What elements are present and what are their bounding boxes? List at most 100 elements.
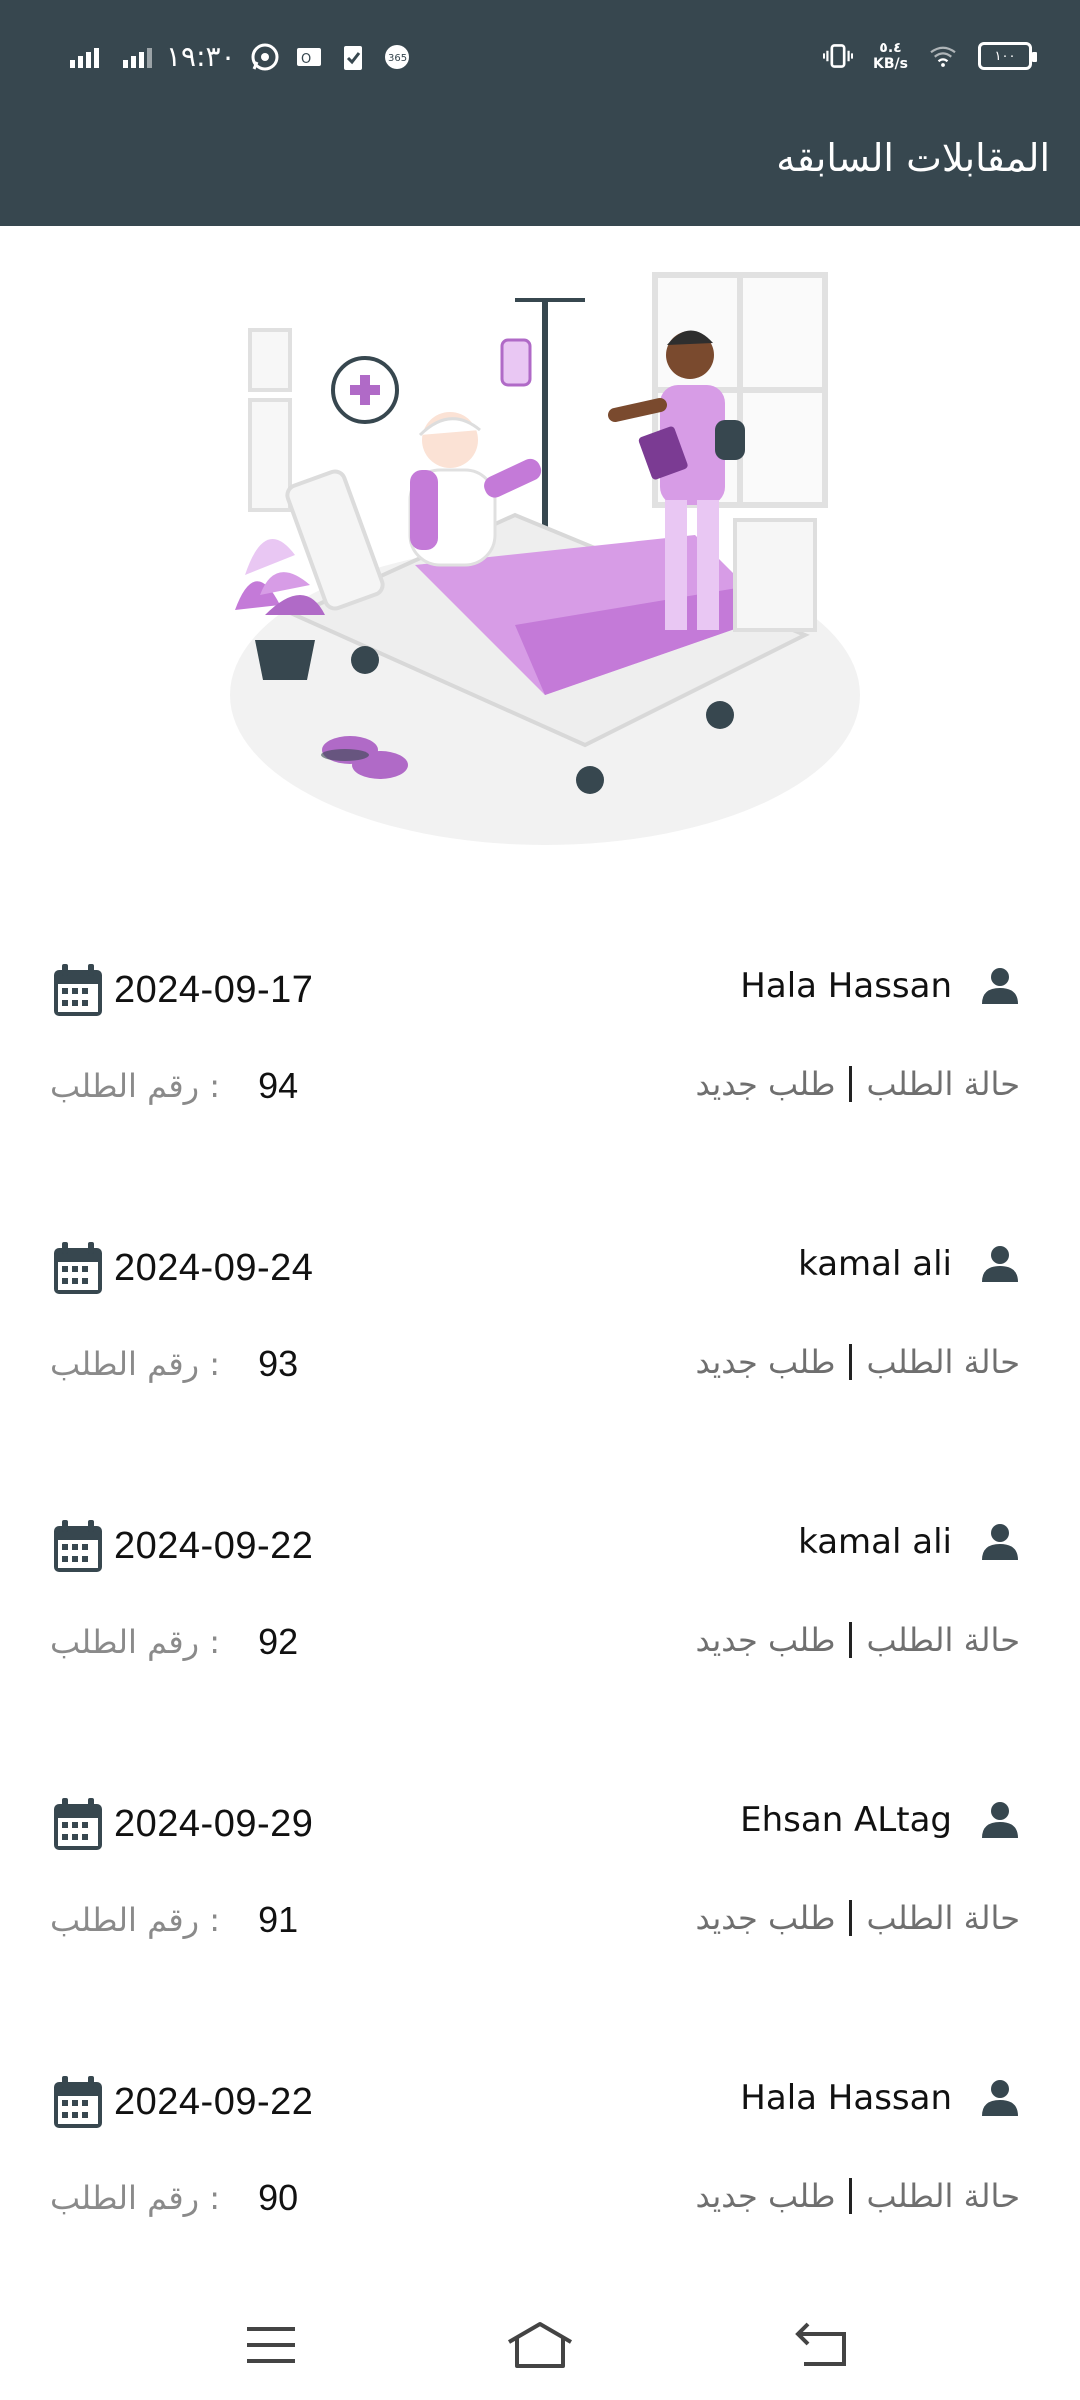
hospital-illustration — [215, 255, 865, 875]
date-group: 2024-09-29 — [52, 1796, 313, 1852]
list-item[interactable]: 2024-09-17 Hala Hassan : رقم الطلب 94 حا… — [0, 940, 1080, 1140]
list-item-details: : رقم الطلب 94 حالة الطلب طلب جديد — [0, 1065, 1080, 1125]
list-item-header: 2024-09-24 kamal ali — [0, 1218, 1080, 1294]
calendar-icon — [54, 2076, 102, 2128]
network-speed-value: ٥.٤ — [879, 40, 902, 56]
status-time: ١٩:٣٠ — [166, 40, 236, 73]
status-bar-left: ١٩:٣٠ O 365 — [70, 40, 412, 73]
request-number: 94 — [258, 1065, 299, 1106]
list-item-header: 2024-09-29 Ehsan ALtag — [0, 1774, 1080, 1850]
signal-icon — [70, 46, 99, 68]
home-button[interactable] — [505, 2310, 575, 2380]
person-icon — [982, 2080, 1018, 2116]
vibrate-icon — [823, 41, 854, 71]
request-number-group: : رقم الطلب 92 — [50, 1621, 298, 1663]
person-icon — [982, 1524, 1018, 1560]
status-badge: طلب جديد — [695, 1343, 836, 1381]
list-item[interactable]: 2024-09-24 kamal ali : رقم الطلب 93 حالة… — [0, 1218, 1080, 1418]
menu-button[interactable] — [236, 2310, 306, 2380]
status-bar: ١٩:٣٠ O 365 ٥.٤ KB/s ١٠٠ — [0, 0, 1080, 116]
name-group: Hala Hassan — [740, 964, 1022, 1008]
home-icon — [507, 2322, 573, 2368]
status-divider — [849, 1900, 853, 1936]
status-label: حالة الطلب — [866, 1621, 1020, 1659]
outlook-icon: O — [294, 42, 324, 72]
patient-name: kamal ali — [798, 1244, 952, 1284]
request-number-group: : رقم الطلب 91 — [50, 1899, 298, 1941]
request-number: 91 — [258, 1899, 299, 1940]
date-group: 2024-09-22 — [52, 2074, 313, 2130]
status-label: حالة الطلب — [866, 1065, 1020, 1103]
wifi-icon — [928, 41, 958, 71]
battery-level: ١٠٠ — [994, 48, 1016, 64]
request-number-group: : رقم الطلب 90 — [50, 2177, 298, 2219]
list-item-header: 2024-09-22 Hala Hassan — [0, 2052, 1080, 2128]
status-divider — [849, 2178, 853, 2214]
list-item-header: 2024-09-22 kamal ali — [0, 1496, 1080, 1572]
system-nav-bar — [0, 2290, 1080, 2400]
list-item-details: : رقم الطلب 90 حالة الطلب طلب جديد — [0, 2177, 1080, 2237]
calendar-icon — [54, 964, 102, 1016]
status-group: حالة الطلب طلب جديد — [696, 1065, 1020, 1103]
request-number-group: : رقم الطلب 94 — [50, 1065, 298, 1107]
interview-date: 2024-09-29 — [114, 1802, 314, 1845]
date-group: 2024-09-22 — [52, 1518, 313, 1574]
name-group: Hala Hassan — [740, 2076, 1022, 2120]
name-group: Ehsan ALtag — [740, 1798, 1022, 1842]
back-button[interactable] — [787, 2310, 857, 2380]
list-item-header: 2024-09-17 Hala Hassan — [0, 940, 1080, 1016]
request-number: 90 — [258, 2177, 299, 2218]
network-speed: ٥.٤ KB/s — [873, 40, 908, 72]
request-number-label: : رقم الطلب — [50, 1901, 221, 1939]
status-group: حالة الطلب طلب جديد — [696, 1343, 1020, 1381]
request-number-group: : رقم الطلب 93 — [50, 1343, 298, 1385]
status-group: حالة الطلب طلب جديد — [696, 2177, 1020, 2215]
calendar-icon — [54, 1242, 102, 1294]
list-item-details: : رقم الطلب 92 حالة الطلب طلب جديد — [0, 1621, 1080, 1681]
name-group: kamal ali — [798, 1242, 1022, 1286]
date-group: 2024-09-17 — [52, 962, 313, 1018]
battery-icon: ١٠٠ — [978, 42, 1037, 70]
patient-name: Ehsan ALtag — [740, 1800, 952, 1840]
clipboard-check-icon — [338, 42, 368, 72]
request-number-label: : رقم الطلب — [50, 2179, 221, 2217]
signal-icon — [123, 46, 152, 68]
status-divider — [849, 1066, 853, 1102]
patient-name: Hala Hassan — [740, 2078, 952, 2118]
page-title: المقابلات السابقه — [776, 136, 1050, 180]
status-divider — [849, 1344, 853, 1380]
network-speed-unit: KB/s — [873, 56, 908, 72]
calendar-icon — [54, 1798, 102, 1850]
request-number-label: : رقم الطلب — [50, 1623, 221, 1661]
status-divider — [849, 1622, 853, 1658]
svg-text:365: 365 — [388, 53, 407, 64]
request-number: 92 — [258, 1621, 299, 1662]
status-badge: طلب جديد — [695, 1065, 836, 1103]
list-item-details: : رقم الطلب 93 حالة الطلب طلب جديد — [0, 1343, 1080, 1403]
interview-date: 2024-09-17 — [114, 968, 314, 1011]
date-group: 2024-09-24 — [52, 1240, 313, 1296]
list-item[interactable]: 2024-09-22 kamal ali : رقم الطلب 92 حالة… — [0, 1496, 1080, 1696]
person-icon — [982, 968, 1018, 1004]
patient-name: Hala Hassan — [740, 966, 952, 1006]
back-icon — [795, 2322, 846, 2366]
status-badge: طلب جديد — [695, 2177, 836, 2215]
whatsapp-icon — [250, 42, 280, 72]
status-group: حالة الطلب طلب جديد — [696, 1621, 1020, 1659]
list-item-details: : رقم الطلب 91 حالة الطلب طلب جديد — [0, 1899, 1080, 1959]
list-item[interactable]: 2024-09-22 Hala Hassan : رقم الطلب 90 حا… — [0, 2052, 1080, 2252]
office365-icon: 365 — [382, 42, 412, 72]
interview-date: 2024-09-24 — [114, 1246, 314, 1289]
menu-icon — [247, 2327, 295, 2363]
name-group: kamal ali — [798, 1520, 1022, 1564]
interview-date: 2024-09-22 — [114, 1524, 314, 1567]
request-number: 93 — [258, 1343, 299, 1384]
status-label: حالة الطلب — [866, 1343, 1020, 1381]
status-bar-right: ٥.٤ KB/s ١٠٠ — [823, 40, 1037, 72]
app-bar: المقابلات السابقه — [0, 116, 1080, 226]
status-badge: طلب جديد — [695, 1899, 836, 1937]
person-icon — [982, 1802, 1018, 1838]
person-icon — [982, 1246, 1018, 1282]
list-item[interactable]: 2024-09-29 Ehsan ALtag : رقم الطلب 91 حا… — [0, 1774, 1080, 1974]
status-group: حالة الطلب طلب جديد — [696, 1899, 1020, 1937]
